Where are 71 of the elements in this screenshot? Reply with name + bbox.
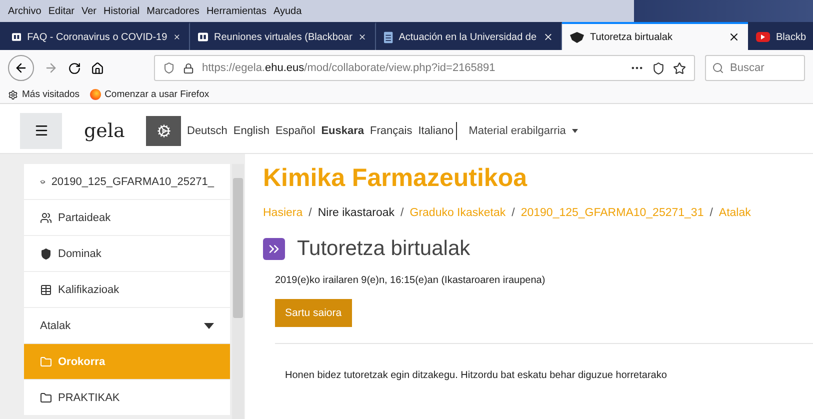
browser-tab[interactable]: Tutoretza birtualak <box>562 22 748 50</box>
menu-item[interactable]: Ver <box>81 6 96 16</box>
chevrons-icon <box>263 238 285 260</box>
search-field[interactable]: Buscar <box>705 55 805 81</box>
menu-icon <box>34 123 48 138</box>
sidebar-item[interactable]: 20190_125_GFARMA10_25271_ <box>24 164 230 199</box>
address-field[interactable]: https://egela.ehu.eus/mod/collaborate/view.php?id=2165891 <box>154 55 695 81</box>
globe-icon <box>90 89 101 100</box>
shield-icon <box>40 248 52 260</box>
session-date: 2019(e)ko irailaren 9(e)n, 16:15(e)an (Ikastaroaren iraupena) <box>275 275 546 286</box>
language-link[interactable]: Español <box>275 124 316 136</box>
document-icon <box>384 30 393 44</box>
breadcrumb-separator: / <box>400 207 404 219</box>
scrollbar[interactable] <box>232 164 244 419</box>
back-icon <box>14 61 28 75</box>
folder-icon <box>40 356 52 368</box>
gears-icon <box>156 124 170 138</box>
language-link[interactable]: Euskara <box>321 124 364 136</box>
menu-item[interactable]: Historial <box>104 6 140 16</box>
breadcrumb-separator: / <box>710 207 713 219</box>
sidebar-item[interactable]: Kalifikazioak <box>24 272 230 307</box>
table-icon <box>40 284 52 296</box>
breadcrumb-separator: / <box>512 207 515 219</box>
sidebar-item[interactable]: Partaideak <box>24 200 230 235</box>
language-link[interactable]: Italiano <box>418 124 454 136</box>
description-text: Honen bidez tutoretzak egin ditzakegu. Hitzordu bat eskatu behar diguzue horretarako <box>285 370 668 381</box>
home-icon[interactable] <box>91 62 104 74</box>
search-placeholder: Buscar <box>730 62 764 74</box>
menu-item[interactable]: Ayuda <box>273 6 302 16</box>
menu-button[interactable] <box>20 112 62 148</box>
breadcrumb-separator: / <box>308 207 312 219</box>
settings-button[interactable] <box>146 116 181 146</box>
users-icon <box>40 212 52 224</box>
menu-item[interactable]: Editar <box>48 6 74 16</box>
tab-title: Blackb <box>776 32 808 42</box>
bookmark-link[interactable]: Más visitados <box>22 89 80 100</box>
back-button[interactable] <box>8 55 34 81</box>
lock-icon <box>183 62 194 74</box>
sidebar-item[interactable]: PRAKTIKAK <box>24 380 230 415</box>
tab-title: Actuación en la Universidad de <box>398 32 537 42</box>
site-logo[interactable]: gela <box>84 120 140 142</box>
dropdown-menu[interactable]: Material erabilgarria <box>468 124 578 136</box>
folder-icon <box>40 392 52 404</box>
course-title: Kimika Farmazeutikoa <box>263 164 528 193</box>
bookmark-link[interactable]: Comenzar a usar Firefox <box>104 89 210 100</box>
menu-item[interactable]: Archivo <box>8 6 42 16</box>
reload-icon[interactable] <box>68 62 81 74</box>
menu-item[interactable]: Herramientas <box>206 6 266 16</box>
url-text: https://egela.ehu.eus/mod/collaborate/view.php?id=2165891 <box>202 62 496 74</box>
breadcrumb-item: Nire ikastaroak <box>318 207 395 219</box>
activity-title: Tutoretza birtualak <box>297 237 470 261</box>
forward-icon[interactable] <box>44 61 58 75</box>
caret-icon <box>204 322 214 328</box>
tab-title: FAQ - Coronavirus o COVID-19 <box>27 32 168 42</box>
menu-item[interactable]: Marcadores <box>146 6 200 16</box>
sidebar-item[interactable]: Dominak <box>24 236 230 271</box>
play-icon <box>756 32 770 42</box>
shield-icon <box>163 62 175 74</box>
gear-icon <box>8 90 18 100</box>
close-icon[interactable] <box>542 31 553 43</box>
blackboard-icon <box>198 31 208 43</box>
tab-title: Tutoretza birtualak <box>590 32 674 42</box>
tab-title: Reuniones virtuales (Blackboar <box>214 32 352 42</box>
blackboard-icon <box>12 31 22 43</box>
language-link[interactable]: Deutsch <box>187 124 228 136</box>
language-link[interactable]: Français <box>370 124 412 136</box>
star-icon[interactable] <box>673 62 686 74</box>
sidebar-item[interactable]: Atalak <box>24 308 230 343</box>
language-link[interactable]: English <box>233 124 270 136</box>
close-icon[interactable] <box>728 31 740 43</box>
search-icon <box>712 62 724 74</box>
